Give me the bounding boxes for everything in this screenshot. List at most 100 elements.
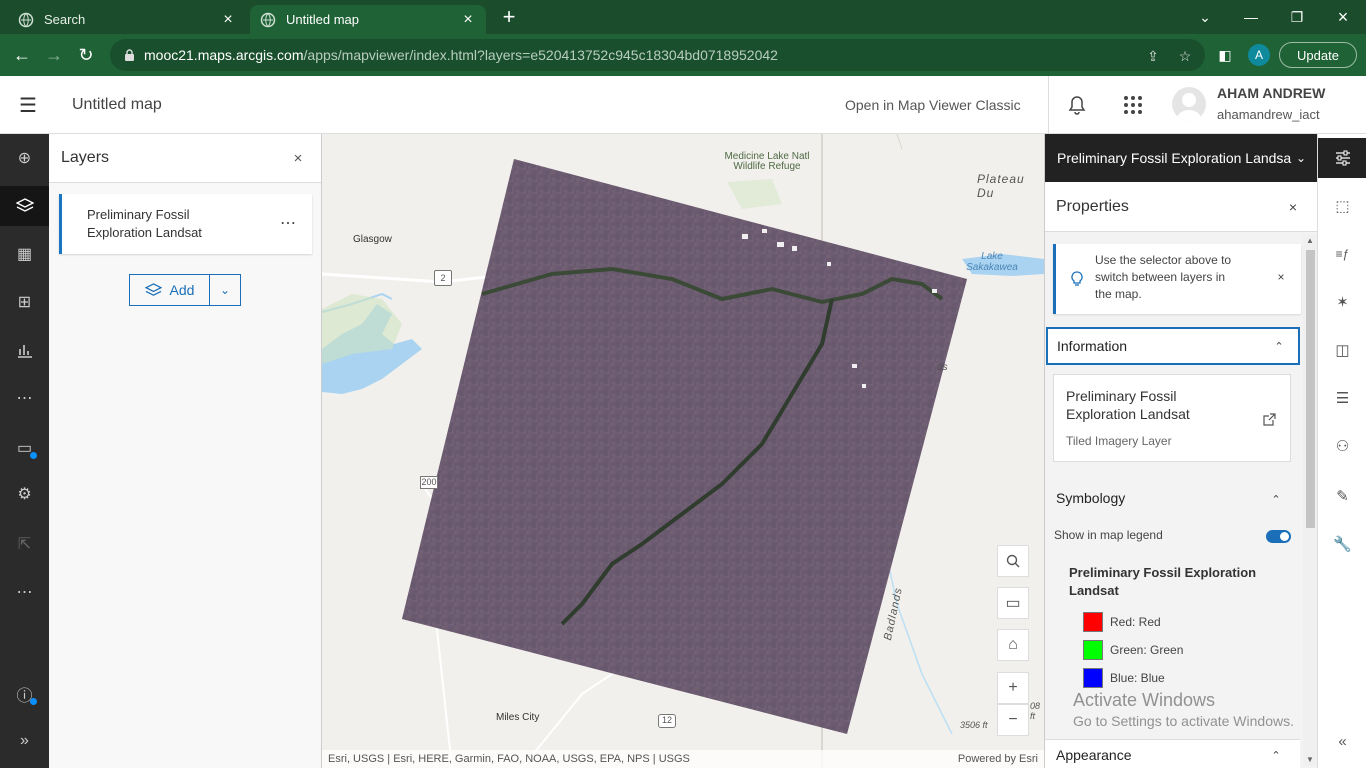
layer-list-item[interactable]: Preliminary Fossil Exploration Landsat ⋯ xyxy=(59,194,312,254)
properties-sliders-icon[interactable] xyxy=(1318,138,1366,178)
tools-wrench-icon[interactable]: 🔧 xyxy=(1318,524,1366,564)
reload-icon[interactable]: ↻ xyxy=(74,43,98,67)
arcgis-favicon-icon xyxy=(18,12,34,28)
scrollbar-thumb[interactable] xyxy=(1306,250,1315,528)
screen-view-icon[interactable]: ▭ xyxy=(997,587,1029,619)
zoom-in-icon[interactable]: + xyxy=(997,672,1029,704)
info-layer-name: Preliminary Fossil Exploration Landsat xyxy=(1066,388,1190,422)
notification-dot xyxy=(30,452,37,459)
minimize-icon[interactable]: — xyxy=(1239,5,1263,29)
url-text: mooc21.maps.arcgis.com/apps/mapviewer/in… xyxy=(144,47,778,63)
window-close-icon[interactable]: × xyxy=(1331,5,1355,29)
close-tab-icon[interactable]: × xyxy=(460,11,476,28)
scroll-down-arrow-icon[interactable]: ▼ xyxy=(1306,755,1314,764)
show-legend-toggle[interactable] xyxy=(1266,530,1291,543)
address-bar[interactable]: mooc21.maps.arcgis.com/apps/mapviewer/in… xyxy=(110,39,1205,71)
band-label: Green: Green xyxy=(1110,643,1184,657)
expand-toolbar-icon[interactable]: » xyxy=(0,721,49,761)
dismiss-notice-icon[interactable]: × xyxy=(1274,270,1288,284)
map-label-glasgow: Glasgow xyxy=(353,234,392,245)
update-button[interactable]: Update xyxy=(1279,42,1357,68)
chevron-up-icon: ⌃ xyxy=(1271,493,1281,506)
layer-selector-dropdown[interactable]: Preliminary Fossil Exploration Landsa ⌄ xyxy=(1045,134,1318,182)
bookmark-star-icon[interactable]: ☆ xyxy=(1176,47,1194,65)
collapse-panel-icon[interactable]: « xyxy=(1318,721,1366,761)
scroll-up-arrow-icon[interactable]: ▲ xyxy=(1306,236,1314,245)
notifications-bell-icon[interactable] xyxy=(1065,92,1089,118)
map-properties-icon[interactable]: ▭ xyxy=(0,428,49,468)
app-header: ☰ Untitled map Open in Map Viewer Classi… xyxy=(0,76,1366,134)
symbology-section-header[interactable]: Symbology ⌃ xyxy=(1045,482,1300,518)
side-panel-icon[interactable]: ◧ xyxy=(1216,46,1234,64)
information-section-header[interactable]: Information ⌃ xyxy=(1046,327,1300,365)
add-layer-icon[interactable]: ⊕ xyxy=(0,138,49,178)
attribution-text[interactable]: Esri, USGS | Esri, HERE, Garmin, FAO, NO… xyxy=(328,753,690,765)
map-route-shield-12: 12 xyxy=(658,714,676,728)
open-classic-link[interactable]: Open in Map Viewer Classic xyxy=(845,97,1021,113)
blue-swatch xyxy=(1083,668,1103,688)
open-external-icon[interactable] xyxy=(1261,411,1277,427)
properties-scrollbar[interactable]: ▲ ▼ xyxy=(1303,234,1317,766)
close-icon[interactable]: × xyxy=(289,149,307,167)
layer-name: Preliminary Fossil Exploration Landsat xyxy=(87,207,202,240)
hamburger-menu-icon[interactable]: ☰ xyxy=(14,92,42,118)
sketch-icon[interactable]: ✎ xyxy=(1318,476,1366,516)
chevron-down-icon: ⌄ xyxy=(1295,151,1306,165)
effects-icon[interactable]: ✶ xyxy=(1318,282,1366,322)
more-tools-icon[interactable]: ⋯ xyxy=(0,378,49,418)
analysis-icon[interactable]: ⚇ xyxy=(1318,426,1366,466)
new-tab-icon[interactable]: + xyxy=(498,4,520,29)
browser-tab-untitled-map[interactable]: Untitled map × xyxy=(250,5,486,34)
user-name[interactable]: AHAM ANDREW xyxy=(1217,85,1325,101)
image-display-icon[interactable]: ◫ xyxy=(1318,330,1366,370)
close-icon[interactable]: × xyxy=(1285,199,1301,215)
arcgis-favicon-icon xyxy=(260,12,276,28)
add-layer-button-group: Add ⌄ xyxy=(129,274,241,306)
layer-options-icon[interactable]: ⋯ xyxy=(274,214,302,232)
lightbulb-icon xyxy=(1070,270,1084,288)
user-avatar[interactable] xyxy=(1172,87,1206,121)
info-icon[interactable]: ⓘ xyxy=(0,674,49,714)
tables-icon[interactable]: ▦ xyxy=(0,234,49,274)
add-button[interactable]: Add xyxy=(130,275,210,305)
add-dropdown-chevron-icon[interactable]: ⌄ xyxy=(210,275,240,305)
home-icon[interactable]: ⌂ xyxy=(997,629,1029,661)
share-icon[interactable]: ⇪ xyxy=(1144,47,1162,65)
right-toolbar: ⬚ ≡ƒ ✶ ◫ ☰ ⚇ ✎ 🔧 « xyxy=(1317,134,1366,768)
map-search-icon[interactable] xyxy=(997,545,1029,577)
map-view[interactable]: Medicine Lake Natl Wildlife Refuge Plate… xyxy=(322,134,1044,768)
close-tab-icon[interactable]: × xyxy=(220,11,236,28)
red-swatch xyxy=(1083,612,1103,632)
layers-panel-title: Layers xyxy=(61,149,110,166)
appearance-section-header[interactable]: Appearance ⌃ xyxy=(1045,739,1300,768)
share-map-icon[interactable]: ⇱ xyxy=(0,524,49,564)
map-title[interactable]: Untitled map xyxy=(72,96,162,114)
layers-icon[interactable] xyxy=(0,186,49,226)
powered-by-esri[interactable]: Powered by Esri xyxy=(958,753,1038,765)
settings-gear-icon[interactable]: ⚙ xyxy=(0,474,49,514)
browser-tab-search[interactable]: Search × xyxy=(8,5,246,34)
user-handle[interactable]: ahamandrew_iact xyxy=(1217,107,1320,122)
band-label: Red: Red xyxy=(1110,615,1161,629)
band-green-row: Green: Green xyxy=(1083,640,1243,660)
appearance-title: Appearance xyxy=(1056,747,1132,763)
charts-icon[interactable] xyxy=(0,330,49,370)
band-blue-row: Blue: Blue xyxy=(1083,668,1243,688)
url-path: /apps/mapviewer/index.html?layers=e52041… xyxy=(303,47,778,63)
profile-avatar[interactable]: A xyxy=(1248,44,1270,66)
info-list-icon[interactable]: ☰ xyxy=(1318,378,1366,418)
back-icon[interactable]: ← xyxy=(10,43,34,67)
zoom-out-icon[interactable]: − xyxy=(997,704,1029,736)
forward-icon[interactable]: → xyxy=(42,43,66,67)
fields-fx-icon[interactable]: ≡ƒ xyxy=(1318,234,1366,274)
basemap-icon[interactable]: ⊞ xyxy=(0,282,49,322)
more-options-icon[interactable]: ⋯ xyxy=(0,572,49,612)
basemap-graphics xyxy=(322,134,1044,768)
tab-search-chevron-icon[interactable]: ⌄ xyxy=(1193,5,1217,29)
app-launcher-icon[interactable] xyxy=(1120,92,1146,118)
restore-icon[interactable]: ❐ xyxy=(1285,5,1309,29)
styles-icon[interactable]: ⬚ xyxy=(1318,186,1366,226)
info-notification-dot xyxy=(30,698,37,705)
url-host: mooc21.maps.arcgis.com xyxy=(144,47,304,63)
map-label-medicine-lake: Medicine Lake Natl Wildlife Refuge xyxy=(724,151,810,172)
